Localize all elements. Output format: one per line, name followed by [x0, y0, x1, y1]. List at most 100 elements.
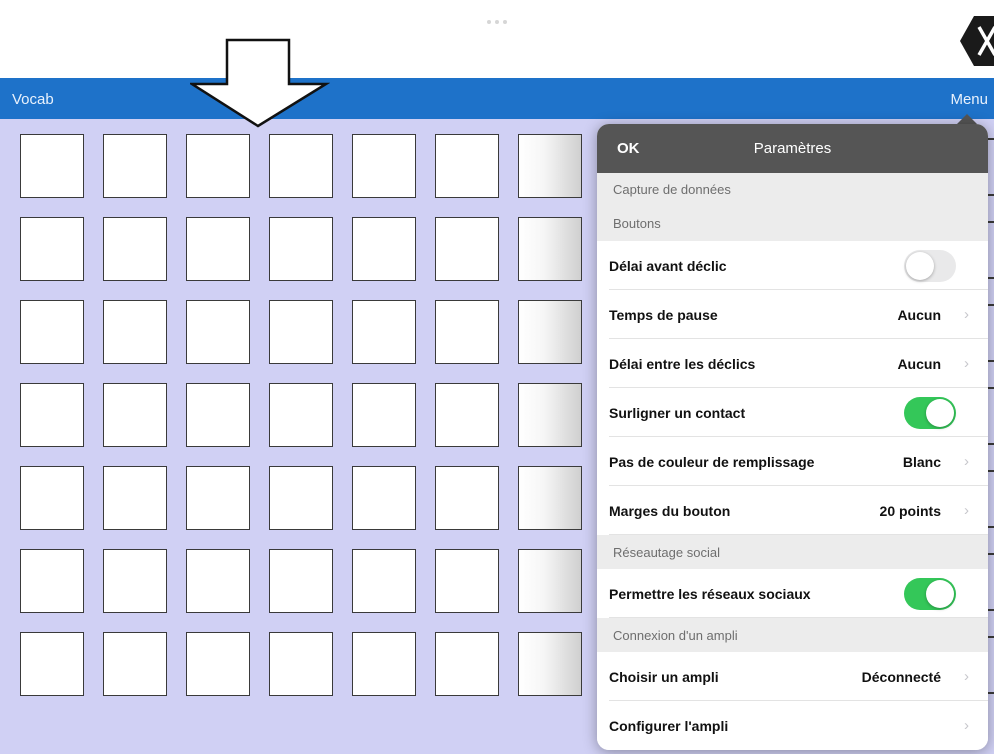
chevron-right-icon: › [964, 306, 969, 323]
grid-button[interactable] [103, 217, 167, 281]
grid-button[interactable] [518, 383, 582, 447]
edge-cell-border [987, 221, 994, 223]
grid-button[interactable] [435, 549, 499, 613]
settings-row[interactable]: Délai entre les déclics Aucun › [597, 339, 988, 388]
settings-row[interactable]: Permettre les réseaux sociaux [597, 569, 988, 618]
settings-row-label: Permettre les réseaux sociaux [609, 585, 811, 602]
toggle-knob [926, 579, 954, 608]
grid-button[interactable] [518, 134, 582, 198]
close-x-icon[interactable] [952, 14, 994, 68]
grid-button[interactable] [352, 300, 416, 364]
multitask-dots-icon[interactable] [482, 20, 512, 24]
grid-button[interactable] [269, 300, 333, 364]
grid-button[interactable] [186, 300, 250, 364]
grid-button[interactable] [103, 466, 167, 530]
edge-cell-border [987, 194, 994, 196]
section-header: Boutons [597, 206, 988, 241]
settings-row[interactable]: Configurer l'ampli › [597, 701, 988, 750]
edge-cell-border [987, 470, 994, 472]
grid-button[interactable] [518, 300, 582, 364]
settings-row-value: Blanc [902, 453, 941, 470]
grid-button[interactable] [269, 217, 333, 281]
edge-cell-border [987, 526, 994, 528]
grid-button[interactable] [20, 466, 84, 530]
grid-button[interactable] [518, 466, 582, 530]
settings-row[interactable]: Temps de pause Aucun › [597, 290, 988, 339]
edge-cell-border [987, 609, 994, 611]
grid-button[interactable] [186, 549, 250, 613]
grid-button[interactable] [20, 383, 84, 447]
grid-button[interactable] [435, 632, 499, 696]
ok-button[interactable]: OK [617, 140, 640, 157]
settings-row-value: Aucun [897, 306, 941, 323]
grid-button[interactable] [186, 466, 250, 530]
menu-button[interactable]: Menu [950, 91, 988, 108]
grid-button[interactable] [269, 632, 333, 696]
grid-button[interactable] [269, 466, 333, 530]
grid-button[interactable] [103, 300, 167, 364]
grid-button[interactable] [269, 134, 333, 198]
grid-button[interactable] [186, 632, 250, 696]
edge-cell-border [987, 277, 994, 279]
settings-list: Capture de données Boutons Délai avant déc… [597, 173, 988, 750]
section-header: Capture de données [597, 173, 988, 206]
chevron-right-icon: › [964, 453, 969, 470]
grid-button[interactable] [352, 632, 416, 696]
grid-button[interactable] [20, 134, 84, 198]
grid-button[interactable] [352, 549, 416, 613]
vocab-button[interactable]: Vocab [12, 91, 54, 108]
toggle-switch[interactable] [904, 577, 956, 610]
edge-cell-border [987, 553, 994, 555]
grid-button[interactable] [20, 632, 84, 696]
settings-popover: Paramètres OK Capture de données Boutons D… [597, 124, 988, 750]
grid-button[interactable] [352, 383, 416, 447]
grid-button[interactable] [435, 217, 499, 281]
edge-cell-border [987, 360, 994, 362]
settings-row-label: Temps de pause [609, 306, 718, 323]
grid-button[interactable] [352, 217, 416, 281]
settings-row[interactable]: Pas de couleur de remplissage Blanc › [597, 437, 988, 486]
grid-button[interactable] [435, 300, 499, 364]
chevron-right-icon: › [964, 355, 969, 372]
settings-row[interactable]: Marges du bouton 20 points › [597, 486, 988, 535]
settings-row-value: 20 points [879, 502, 941, 519]
grid-button[interactable] [20, 217, 84, 281]
settings-row-label: Délai avant déclic [609, 257, 727, 274]
grid-button[interactable] [518, 549, 582, 613]
settings-row-label: Pas de couleur de remplissage [609, 453, 815, 470]
grid-button[interactable] [103, 134, 167, 198]
grid-button[interactable] [186, 217, 250, 281]
edge-cell-border [987, 636, 994, 638]
top-bar [0, 0, 994, 78]
grid-button[interactable] [435, 134, 499, 198]
grid-button[interactable] [269, 549, 333, 613]
grid-button[interactable] [518, 217, 582, 281]
chevron-right-icon: › [964, 668, 969, 685]
toggle-switch[interactable] [904, 249, 956, 282]
grid-button[interactable] [352, 134, 416, 198]
grid-button[interactable] [20, 549, 84, 613]
settings-row-label: Surligner un contact [609, 404, 746, 421]
settings-row-label: Délai entre les déclics [609, 355, 756, 372]
grid-button[interactable] [20, 300, 84, 364]
grid-button[interactable] [103, 632, 167, 696]
grid-button[interactable] [352, 466, 416, 530]
grid-button[interactable] [435, 466, 499, 530]
settings-row-label: Marges du bouton [609, 502, 731, 519]
settings-row[interactable]: Choisir un ampli Déconnecté › [597, 652, 988, 701]
edge-cell-border [987, 138, 994, 140]
settings-row[interactable]: Surligner un contact [597, 388, 988, 437]
settings-row-value: Déconnecté [861, 668, 941, 685]
down-arrow-icon [190, 38, 330, 128]
settings-row[interactable]: Délai avant déclic [597, 241, 988, 290]
section-header: Connexion d'un ampli [597, 618, 988, 652]
section-header: Réseautage social [597, 535, 988, 569]
toggle-switch[interactable] [904, 396, 956, 429]
grid-button[interactable] [186, 134, 250, 198]
grid-button[interactable] [435, 383, 499, 447]
grid-button[interactable] [186, 383, 250, 447]
grid-button[interactable] [103, 383, 167, 447]
grid-button[interactable] [269, 383, 333, 447]
grid-button[interactable] [518, 632, 582, 696]
grid-button[interactable] [103, 549, 167, 613]
